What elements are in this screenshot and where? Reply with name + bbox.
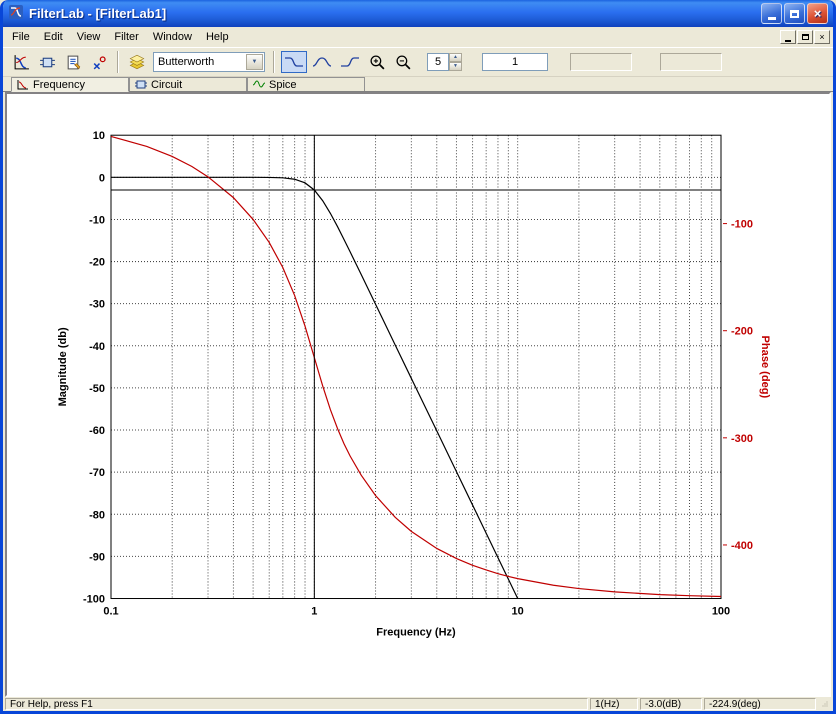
disabled-field-1	[570, 53, 632, 71]
frequency-plot-button[interactable]	[9, 50, 33, 74]
svg-text:10: 10	[512, 606, 524, 618]
circuit-tab-icon	[135, 80, 147, 89]
mdi-restore-button[interactable]	[797, 30, 813, 44]
menu-window[interactable]: Window	[146, 29, 199, 45]
bandpass-icon	[312, 57, 332, 67]
tab-circuit[interactable]: Circuit	[129, 77, 247, 91]
design-wizard-icon	[129, 54, 145, 70]
app-icon	[8, 4, 24, 23]
zoom-in-icon	[369, 54, 384, 69]
filterlab-window: FilterLab - [FilterLab1] × File Edit Vie…	[0, 0, 836, 714]
spin-up-icon[interactable]: ▲	[449, 53, 462, 62]
svg-text:-400: -400	[731, 540, 753, 552]
frequency-tab-icon	[17, 80, 28, 90]
svg-text:-30: -30	[89, 299, 105, 311]
svg-text:0: 0	[99, 172, 105, 184]
toolbar-separator	[273, 51, 275, 73]
tab-circuit-label: Circuit	[151, 78, 183, 91]
pole-zero-icon	[93, 55, 106, 69]
titlebar[interactable]: FilterLab - [FilterLab1] ×	[3, 0, 833, 27]
disabled-field-2	[660, 53, 722, 71]
menu-file[interactable]: File	[5, 29, 37, 45]
svg-text:-70: -70	[89, 467, 105, 479]
pole-zero-button[interactable]	[87, 50, 111, 74]
spice-netlist-button[interactable]	[61, 50, 85, 74]
toolbar: Butterworth ▼ 5 ▲ ▼	[3, 47, 833, 77]
bode-plot-svg: 100-10-20-30-40-50-60-70-80-90-100-100-2…	[57, 130, 771, 639]
status-cursor-frequency: 1(Hz)	[590, 698, 638, 710]
toolbar-separator	[117, 51, 119, 73]
cutoff-frequency-input[interactable]	[482, 53, 548, 71]
maximize-button[interactable]	[784, 3, 805, 24]
mdi-minimize-button[interactable]	[780, 30, 796, 44]
resize-grip[interactable]	[818, 698, 832, 710]
bode-plot[interactable]: 10 0 -10 -20 -30 -40 -50 -60 -70 -80 -90 -100 -100 -2…	[5, 92, 831, 697]
svg-text:10: 10	[93, 130, 105, 142]
svg-text:-300: -300	[731, 433, 753, 445]
resize-grip-icon	[822, 701, 828, 707]
approximation-value: Butterworth	[158, 56, 215, 68]
zoom-in-button[interactable]	[365, 50, 389, 74]
statusbar: For Help, press F1 1(Hz) -3.0(dB) -224.9…	[3, 697, 833, 711]
svg-text:-100: -100	[731, 219, 753, 231]
tab-strip: Frequency Circuit Spice	[3, 77, 833, 92]
svg-text:-200: -200	[731, 326, 753, 338]
close-button[interactable]: ×	[807, 3, 828, 24]
mdi-restore-icon	[801, 34, 809, 40]
status-cursor-phase: -224.9(deg)	[704, 698, 816, 710]
lowpass-icon	[285, 57, 303, 67]
status-cursor-magnitude: -3.0(dB)	[640, 698, 702, 710]
highpass-filter-button[interactable]	[337, 51, 363, 73]
mdi-minimize-icon	[785, 39, 791, 42]
tab-spice[interactable]: Spice	[247, 77, 365, 91]
svg-text:-10: -10	[89, 214, 105, 226]
window-title: FilterLab - [FilterLab1]	[29, 6, 167, 21]
svg-text:0.1: 0.1	[103, 606, 118, 618]
svg-text:-60: -60	[89, 425, 105, 437]
svg-text:-40: -40	[89, 341, 105, 353]
lowpass-filter-button[interactable]	[281, 51, 307, 73]
tab-frequency-label: Frequency	[33, 78, 85, 91]
svg-text:1: 1	[311, 606, 317, 618]
spin-down-icon[interactable]: ▼	[449, 62, 462, 71]
spice-tab-icon	[253, 80, 265, 88]
tab-frequency[interactable]: Frequency	[11, 77, 129, 92]
menubar: File Edit View Filter Window Help ×	[3, 27, 833, 47]
maximize-icon	[790, 9, 799, 18]
svg-text:-100: -100	[83, 594, 105, 606]
menu-help[interactable]: Help	[199, 29, 236, 45]
mdi-close-icon: ×	[819, 31, 825, 42]
circuit-view-button[interactable]	[35, 50, 59, 74]
svg-text:-50: -50	[89, 383, 105, 395]
mdi-close-button[interactable]: ×	[814, 30, 830, 44]
bandpass-filter-button[interactable]	[309, 51, 335, 73]
svg-text:Magnitude (db): Magnitude (db)	[57, 327, 69, 406]
approximation-select[interactable]: Butterworth ▼	[153, 52, 265, 72]
spice-netlist-icon	[67, 55, 80, 69]
zoom-out-button[interactable]	[391, 50, 415, 74]
menu-edit[interactable]: Edit	[37, 29, 70, 45]
svg-text:-80: -80	[89, 509, 105, 521]
highpass-icon	[341, 57, 359, 67]
minimize-button[interactable]	[761, 3, 782, 24]
svg-text:Frequency (Hz): Frequency (Hz)	[376, 627, 456, 639]
close-icon: ×	[813, 6, 822, 21]
order-spinner: 5 ▲ ▼	[427, 53, 462, 71]
status-help-text: For Help, press F1	[5, 698, 588, 710]
svg-text:100: 100	[712, 606, 730, 618]
chevron-down-icon[interactable]: ▼	[246, 54, 263, 70]
minimize-icon	[767, 16, 776, 20]
tab-spice-label: Spice	[269, 78, 297, 91]
svg-text:-20: -20	[89, 257, 105, 269]
menu-filter[interactable]: Filter	[107, 29, 145, 45]
order-value[interactable]: 5	[427, 53, 449, 71]
frequency-plot-icon	[14, 54, 29, 69]
svg-text:-90: -90	[89, 551, 105, 563]
zoom-out-icon	[395, 54, 410, 69]
menu-view[interactable]: View	[70, 29, 108, 45]
design-wizard-button[interactable]	[125, 50, 149, 74]
circuit-icon	[39, 57, 55, 67]
svg-text:Phase (deg): Phase (deg)	[759, 336, 771, 399]
